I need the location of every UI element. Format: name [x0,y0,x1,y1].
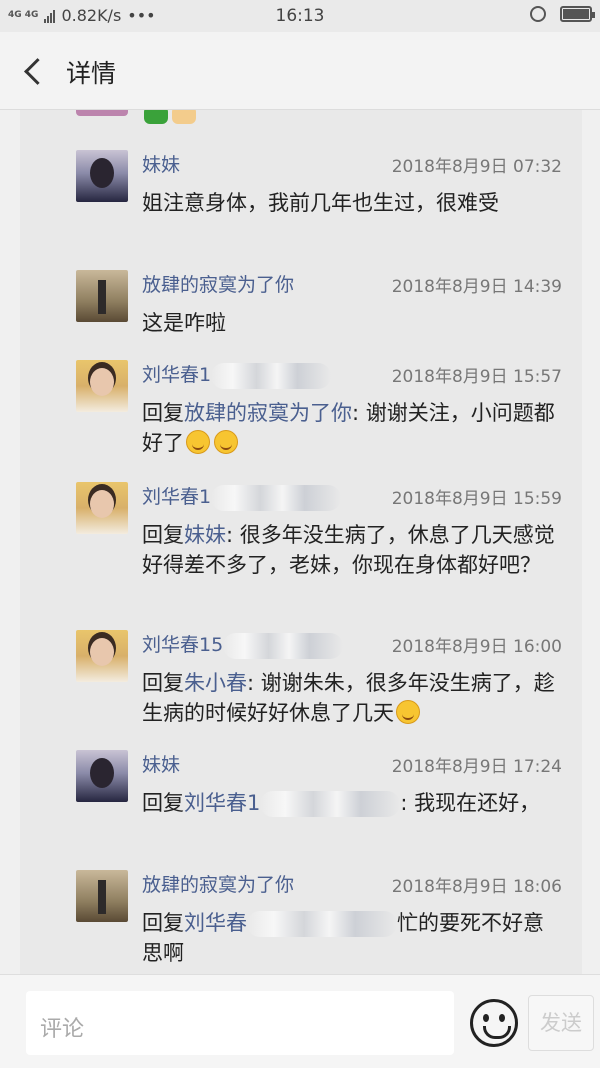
partial-avatar [76,110,128,116]
reply-prefix: 回复 [142,911,184,935]
comment-text[interactable]: 回复朱小春: 谢谢朱朱，很多年没生病了，趁生病的时候好好休息了几天 [142,668,562,728]
comment-text[interactable]: 回复放肆的寂寞为了你: 谢谢关注，小问题都好了 [142,398,562,458]
author-name: 刘华春1 [142,486,212,508]
comment-input[interactable]: 评论 [26,991,454,1055]
status-bar: 4G 4G 0.82K/s ••• 16:13 [0,0,600,32]
comment-text[interactable]: 回复刘华春 忙的要死不好意思啊 [142,908,562,968]
reply-target[interactable]: 刘华春 [184,911,247,935]
emoji-icon [144,110,168,124]
alarm-icon [530,6,546,22]
comment-time: 2018年8月9日 16:00 [391,637,562,657]
smile-emoji-icon [186,430,210,454]
redacted-phone [211,362,332,389]
send-button[interactable]: 发送 [528,995,594,1051]
comment-composer: 评论 发送 [0,974,600,1068]
comment-author[interactable]: 妹妹 [142,750,180,777]
page-title: 详情 [66,59,117,88]
comment-author[interactable]: 刘华春15 [142,630,344,659]
comment-body: 姐注意身体，我前几年也生过，很难受 [142,191,499,215]
reply-prefix: 回复 [142,671,184,695]
reply-target[interactable]: 妹妹 [184,523,226,547]
comment-time: 2018年8月9日 07:32 [391,157,562,177]
reply-prefix: 回复 [142,791,184,815]
battery-icon [560,6,595,22]
back-arrow-icon[interactable] [20,56,50,86]
partial-emoji-row [144,110,196,124]
comment-text[interactable]: 回复刘华春1 : 我现在还好， [142,788,562,818]
comment-text[interactable]: 姐注意身体，我前几年也生过，很难受 [142,188,562,218]
comment-time: 2018年8月9日 17:24 [391,757,562,777]
status-right [530,6,595,22]
avatar[interactable] [76,750,128,802]
author-name: 刘华春1 [142,364,212,386]
avatar[interactable] [76,150,128,202]
reply-target[interactable]: 放肆的寂寞为了你 [184,401,352,425]
avatar[interactable] [76,482,128,534]
comment-author[interactable]: 刘华春1 [142,482,342,511]
emoji-picker-icon[interactable] [470,999,518,1047]
pray-emoji-icon [172,110,196,124]
comment-author[interactable]: 妹妹 [142,150,180,177]
page-header: 详情 [0,32,600,110]
status-time: 16:13 [275,6,325,26]
avatar[interactable] [76,870,128,922]
redacted-phone [247,911,397,937]
redacted-phone [223,632,344,659]
smile-emoji-icon [214,430,238,454]
reply-prefix: 回复 [142,401,184,425]
reply-target[interactable]: 刘华春1 [184,791,260,815]
avatar[interactable] [76,270,128,322]
comment-author[interactable]: 放肆的寂寞为了你 [142,270,294,297]
redacted-phone [260,791,401,817]
author-name: 刘华春15 [142,634,224,656]
avatar[interactable] [76,360,128,412]
comment-time: 2018年8月9日 14:39 [391,277,562,297]
smile-emoji-icon [396,700,420,724]
avatar[interactable] [76,630,128,682]
comment-author[interactable]: 刘华春1 [142,360,332,389]
comment-text[interactable]: 这是咋啦 [142,308,562,338]
comment-list[interactable]: 妹妹 2018年8月9日 07:32 姐注意身体，我前几年也生过，很难受 放肆的… [20,110,582,974]
comment-body: 这是咋啦 [142,311,226,335]
comment-time: 2018年8月9日 15:59 [391,489,562,509]
comment-time: 2018年8月9日 15:57 [391,367,562,387]
comment-body: : 我现在还好， [400,791,541,815]
reply-target[interactable]: 朱小春 [184,671,247,695]
redacted-phone [211,484,342,511]
comment-text[interactable]: 回复妹妹: 很多年没生病了，休息了几天感觉好得差不多了，老妹，你现在身体都好吧？ [142,520,562,580]
comment-time: 2018年8月9日 18:06 [391,877,562,897]
reply-prefix: 回复 [142,523,184,547]
comment-author[interactable]: 放肆的寂寞为了你 [142,870,294,897]
